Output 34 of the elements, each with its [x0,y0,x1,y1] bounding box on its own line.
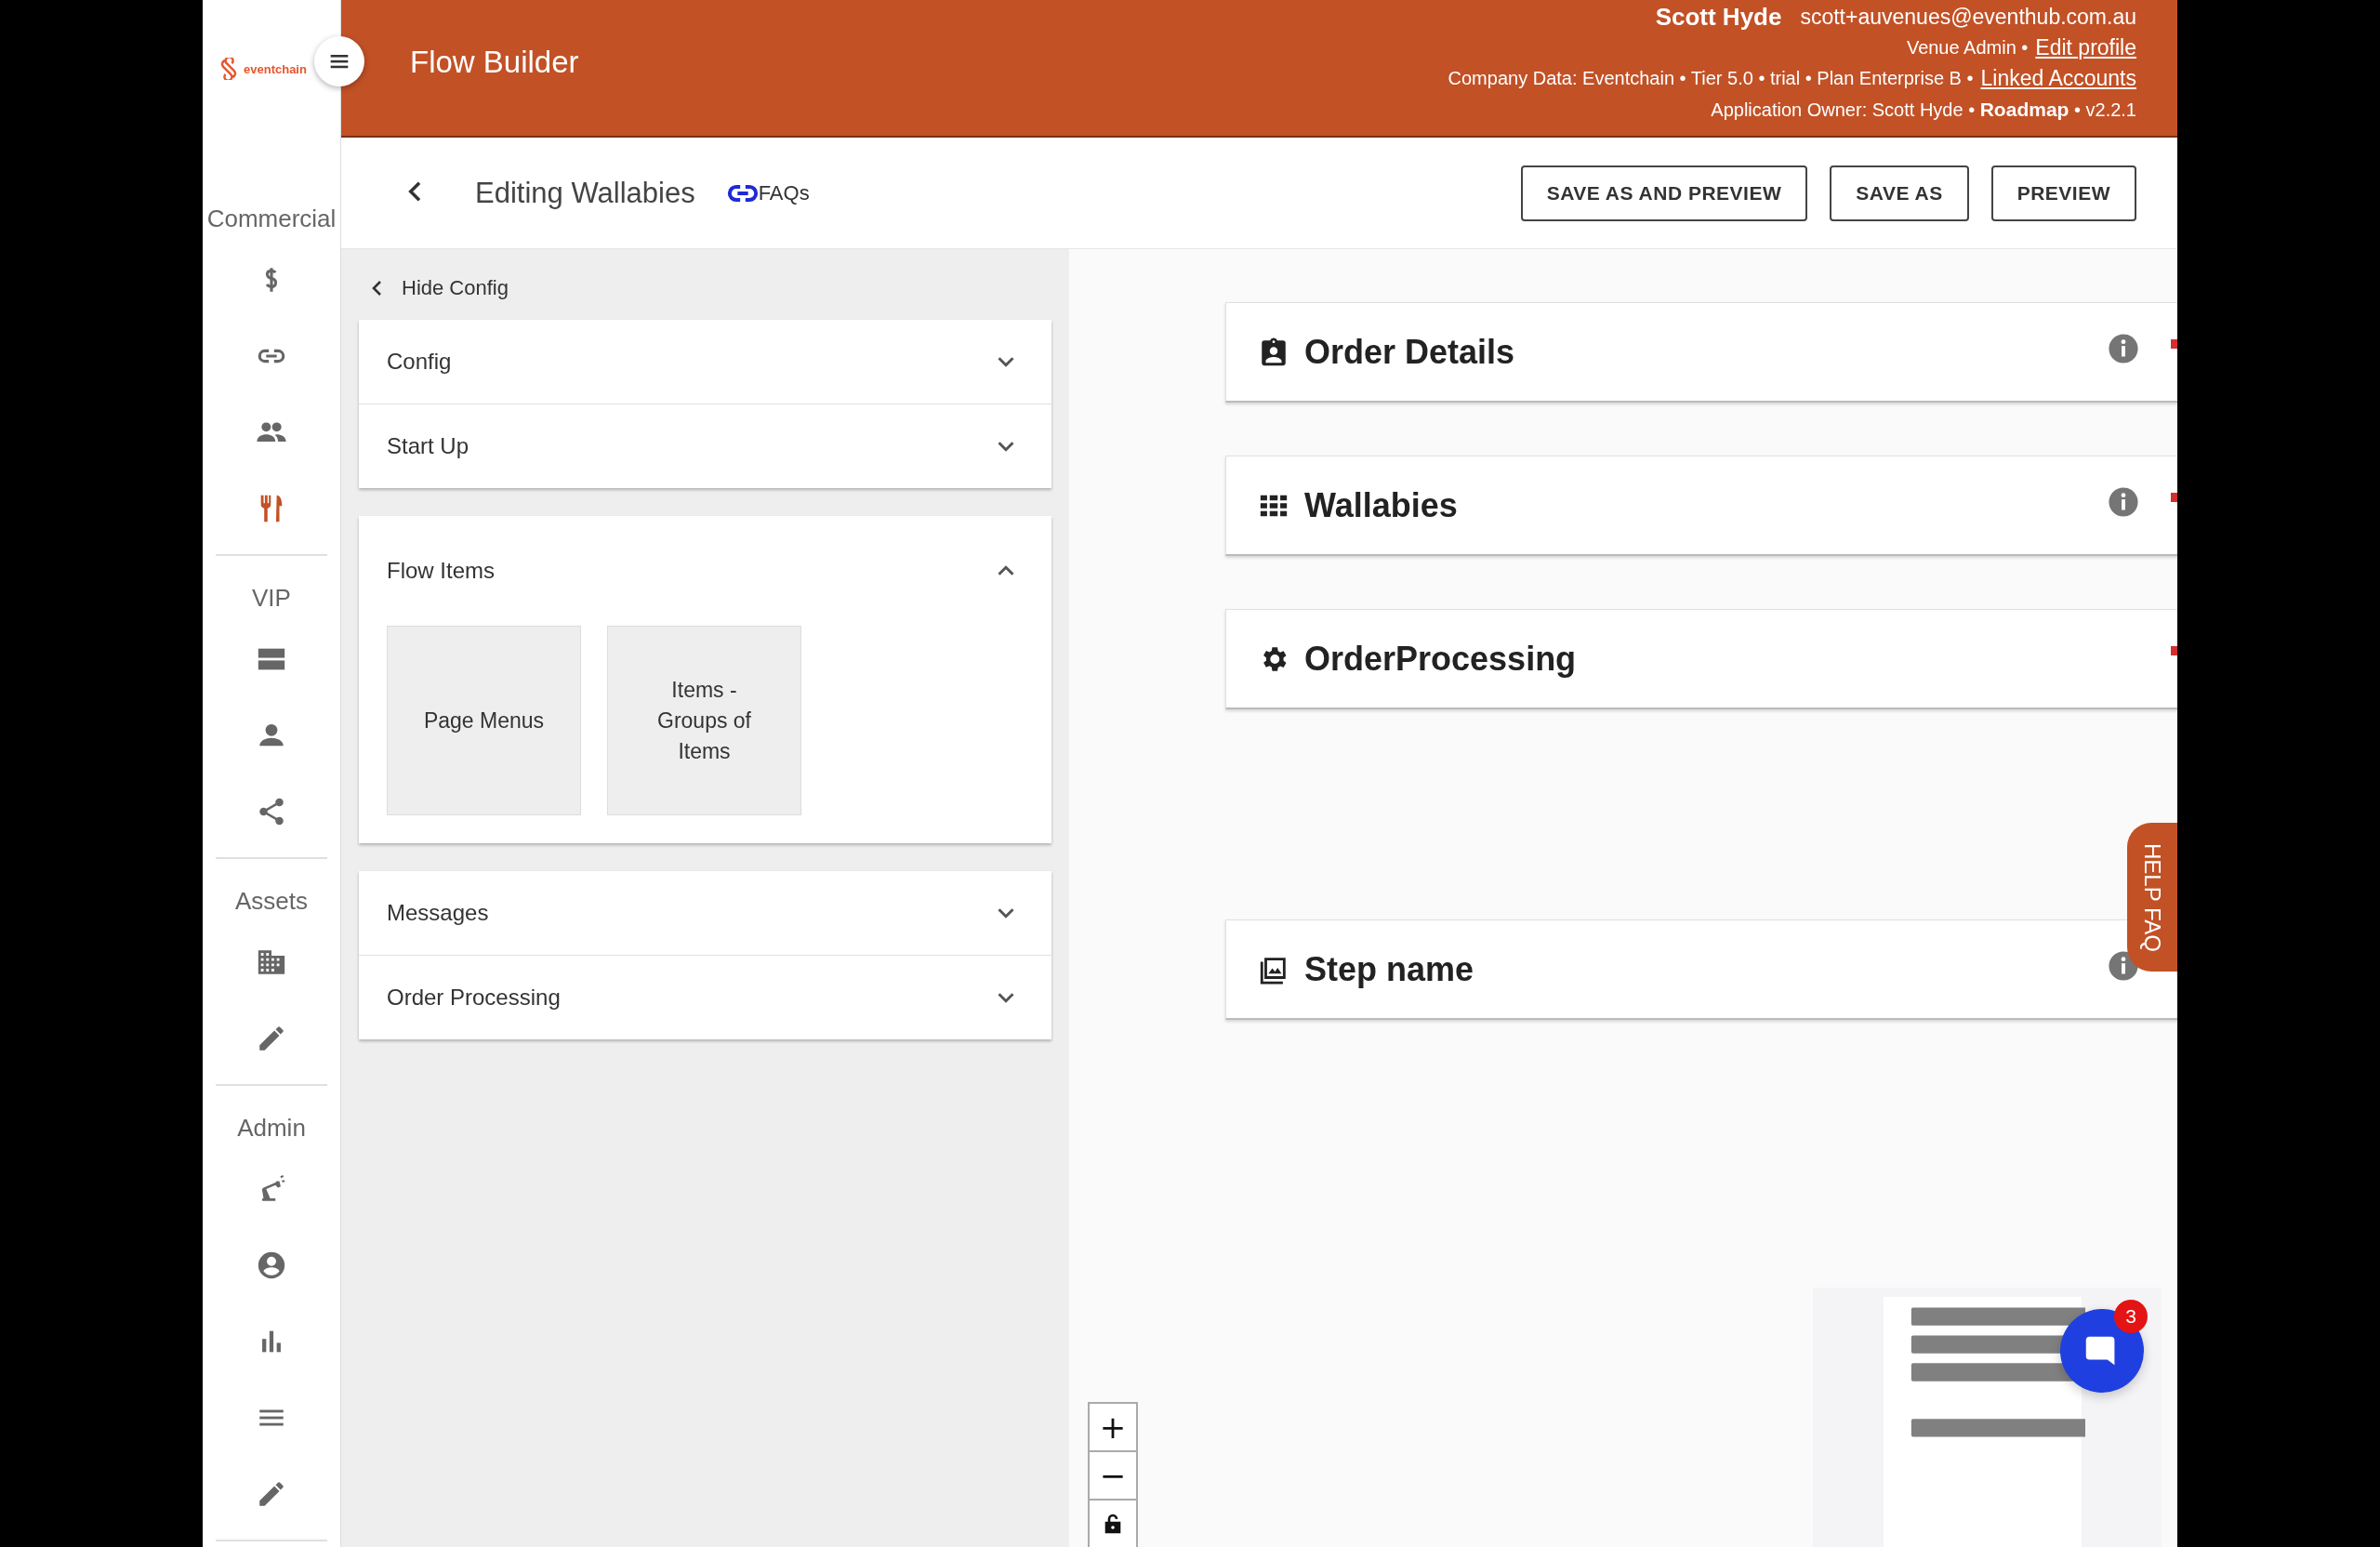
accordion-header[interactable]: Start Up [359,404,1051,488]
step-title: OrderProcessing [1304,639,1577,679]
accordion-header[interactable]: Flow Items [359,516,1051,626]
step-title: Step name [1304,949,1474,989]
section-heading: Admin [237,1113,306,1144]
step-title: Wallabies [1304,485,1458,525]
logo-text: eventchain [244,61,307,76]
page-title: Editing Wallabies [475,176,695,210]
section-heading: Assets [235,886,308,917]
accordion-header[interactable]: Config [359,320,1051,404]
user-email: scott+auvenues@eventhub.com.au [1800,4,2136,31]
linked-accounts-link[interactable]: Linked Accounts [1980,65,2136,92]
toolbar-button[interactable]: SAVE AS AND PREVIEW [1520,165,1808,221]
toolbar-button[interactable]: PREVIEW [1990,165,2136,221]
step-card[interactable]: Wallabies [1225,456,2177,556]
hide-config-button[interactable]: Hide Config [359,270,509,307]
app-title: Flow Builder [410,45,580,80]
accordion-header[interactable]: Messages [359,871,1051,956]
faq-link[interactable]: FAQs [726,177,810,209]
app-owner-info: Application Owner: Scott Hyde • Roadmap • v2.2.1 [1711,98,2136,122]
section-heading: Commercial [206,204,337,234]
edit-profile-link[interactable]: Edit profile [2035,34,2136,61]
toolbar-button[interactable]: SAVE AS [1830,165,1969,221]
flow-item-tile[interactable]: Items - Groups of Items [607,626,801,815]
step-card[interactable]: Order Details [1225,302,2177,403]
accordion-header[interactable]: Order Processing [359,956,1051,1039]
user-name: Scott Hyde [1655,4,1782,31]
user-role: Venue Admin • [1906,36,2029,60]
company-data: Company Data: Eventchain • Tier 5.0 • trial • Plan Enterprise B • [1448,67,1974,90]
flow-item-tile[interactable]: Page Menus [387,626,581,815]
section-heading: VIP [252,583,291,614]
help-faq-tab[interactable]: HELP FAQ [2127,823,2177,972]
step-card[interactable]: OrderProcessing [1225,609,2177,709]
step-title: Order Details [1304,332,1515,372]
